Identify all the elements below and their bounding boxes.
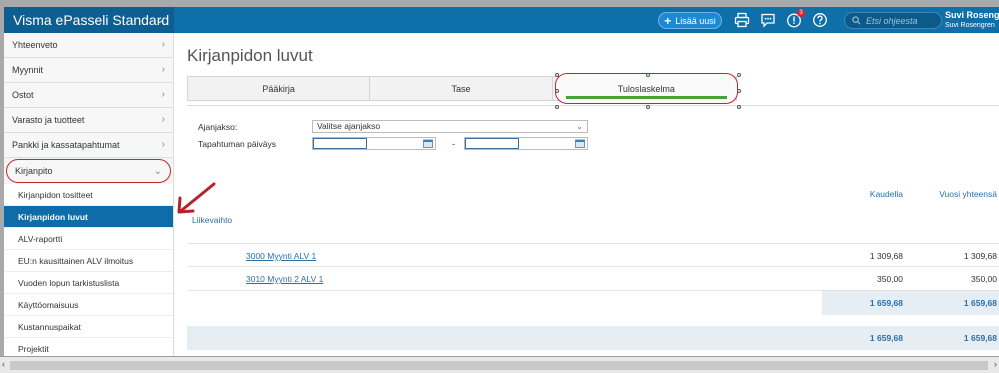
- add-new-button[interactable]: + Lisää uusi: [658, 12, 722, 29]
- date-from-segment[interactable]: [313, 138, 367, 149]
- calendar-icon[interactable]: [423, 139, 433, 148]
- period-value: 350,00: [877, 274, 903, 284]
- account-link[interactable]: 3010 Myynti 2 ALV 1: [246, 274, 323, 284]
- tab-tuloslaskelma[interactable]: Tuloslaskelma: [554, 73, 738, 104]
- year-value: 350,00: [971, 274, 997, 284]
- app-title: Visma ePasseli Standard: [13, 12, 170, 28]
- sidebar-item-myynnit[interactable]: Myynnit ›: [4, 58, 173, 83]
- selection-handle: [646, 73, 650, 77]
- user-org: Suvi Rosengren: [945, 22, 995, 29]
- sidebar-item-label: Myynnit: [12, 65, 44, 75]
- search-placeholder: Etsi ohjeesta: [866, 15, 918, 26]
- selection-handle: [555, 73, 559, 77]
- chevron-down-icon: ⌄: [155, 15, 164, 26]
- user-name: Suvi Rosengren: [945, 10, 999, 20]
- search-icon: [852, 16, 861, 25]
- help-icon[interactable]: [812, 12, 828, 28]
- help-search-input[interactable]: Etsi ohjeesta: [844, 12, 942, 29]
- page-title: Kirjanpidon luvut: [187, 46, 313, 65]
- table-row: 3000 Myynti ALV 1 1 309,68 1 309,68: [187, 243, 999, 267]
- sidebar-subitem-tarkistuslista[interactable]: Vuoden lopun tarkistuslista: [4, 272, 173, 294]
- scroll-right-icon[interactable]: ›: [994, 359, 997, 369]
- report-tabs: Pääkirja Tase Tuloslaskelma: [187, 73, 738, 104]
- chevron-right-icon: ›: [161, 139, 165, 150]
- plus-icon: +: [664, 13, 672, 28]
- sidebar-item-label: Varasto ja tuotteet: [12, 115, 85, 125]
- column-header-year: Vuosi yhteensä: [939, 189, 997, 199]
- print-icon[interactable]: [734, 12, 750, 28]
- top-bar: Visma ePasseli Standard ⌄ + Lisää uusi 3…: [4, 7, 999, 33]
- sidebar-item-label: Ostot: [12, 90, 34, 100]
- chevron-right-icon: ›: [161, 114, 165, 125]
- chevron-right-icon: ›: [161, 39, 165, 50]
- selection-handle: [555, 89, 559, 93]
- chevron-right-icon: ›: [161, 89, 165, 100]
- notification-badge: 3: [797, 9, 805, 17]
- app-switcher[interactable]: Visma ePasseli Standard ⌄: [4, 7, 174, 33]
- sidebar-subitem-eu-alv[interactable]: EU:n kausittainen ALV ilmoitus: [4, 250, 173, 272]
- sidebar-item-label: Yhteenveto: [12, 40, 58, 50]
- sidebar-subitem-projektit[interactable]: Projektit: [4, 338, 173, 356]
- sidebar-item-label: Pankki ja kassatapahtumat: [12, 140, 120, 150]
- tab-paakirja[interactable]: Pääkirja: [188, 77, 371, 100]
- date-to-input[interactable]: [464, 137, 588, 150]
- chevron-down-icon: ⌄: [153, 166, 162, 177]
- sidebar-item-label: Kirjanpito: [15, 166, 53, 176]
- horizontal-scrollbar[interactable]: ‹ ›: [0, 356, 999, 373]
- scrollbar-thumb[interactable]: [10, 361, 988, 370]
- total-period: 1 659,68: [869, 333, 903, 343]
- selection-handle: [646, 105, 650, 109]
- report-panel: Ajanjakso: Valitse ajanjakso ⌄ Tapahtuma…: [187, 105, 999, 356]
- selection-handle: [737, 89, 741, 93]
- sidebar-subitem-tositteet[interactable]: Kirjanpidon tositteet: [4, 184, 173, 206]
- date-separator: -: [452, 139, 455, 149]
- chevron-down-icon: ⌄: [576, 122, 583, 131]
- chevron-right-icon: ›: [161, 64, 165, 75]
- subtotal-period: 1 659,68: [869, 298, 903, 308]
- notifications-icon[interactable]: 3: [786, 9, 805, 28]
- selection-handle: [737, 105, 741, 109]
- period-label: Ajanjakso:: [198, 122, 238, 132]
- user-menu[interactable]: Suvi Rosengren Suvi Rosengren: [945, 10, 999, 29]
- table-row: 3010 Myynti 2 ALV 1 350,00 350,00: [187, 267, 999, 291]
- period-select-value: Valitse ajanjakso: [317, 121, 381, 131]
- sidebar-subitem-kustannuspaikat[interactable]: Kustannuspaikat: [4, 316, 173, 338]
- app-window: Visma ePasseli Standard ⌄ + Lisää uusi 3…: [4, 7, 999, 356]
- date-label: Tapahtuman päiväys: [198, 139, 276, 149]
- total-year: 1 659,68: [963, 333, 997, 343]
- sidebar-item-pankki[interactable]: Pankki ja kassatapahtumat ›: [4, 133, 173, 158]
- sidebar-subitem-luvut[interactable]: Kirjanpidon luvut: [4, 206, 173, 228]
- sidebar: Yhteenveto › Myynnit › Ostot › Varasto j…: [4, 33, 174, 356]
- period-value: 1 309,68: [869, 251, 903, 261]
- scroll-left-icon[interactable]: ‹: [2, 359, 5, 369]
- column-header-period: Kaudella: [869, 189, 903, 199]
- sidebar-subitem-kayttoomaisuus[interactable]: Käyttöomaisuus: [4, 294, 173, 316]
- chat-icon[interactable]: [760, 12, 776, 28]
- arrow-annotation-icon: [177, 182, 216, 214]
- sidebar-item-kirjanpito[interactable]: Kirjanpito ⌄: [6, 159, 171, 183]
- date-to-segment[interactable]: [465, 138, 519, 149]
- main-content: Kirjanpidon luvut Pääkirja Tase Tuloslas…: [174, 33, 999, 356]
- account-link[interactable]: 3000 Myynti ALV 1: [246, 251, 316, 261]
- tab-tase[interactable]: Tase: [370, 77, 553, 100]
- year-value: 1 309,68: [963, 251, 997, 261]
- date-from-input[interactable]: [312, 137, 436, 150]
- subtotal-year: 1 659,68: [963, 298, 997, 308]
- selection-handle: [555, 105, 559, 109]
- calendar-icon[interactable]: [575, 139, 585, 148]
- sidebar-item-yhteenveto[interactable]: Yhteenveto ›: [4, 33, 173, 58]
- selection-handle: [737, 73, 741, 77]
- period-select[interactable]: Valitse ajanjakso ⌄: [312, 120, 588, 133]
- sidebar-item-ostot[interactable]: Ostot ›: [4, 83, 173, 108]
- sidebar-subitem-alv-raportti[interactable]: ALV-raportti: [4, 228, 173, 250]
- sidebar-item-varasto[interactable]: Varasto ja tuotteet ›: [4, 108, 173, 133]
- add-new-label: Lisää uusi: [675, 15, 716, 26]
- total-row: 1 659,68 1 659,68: [187, 326, 999, 350]
